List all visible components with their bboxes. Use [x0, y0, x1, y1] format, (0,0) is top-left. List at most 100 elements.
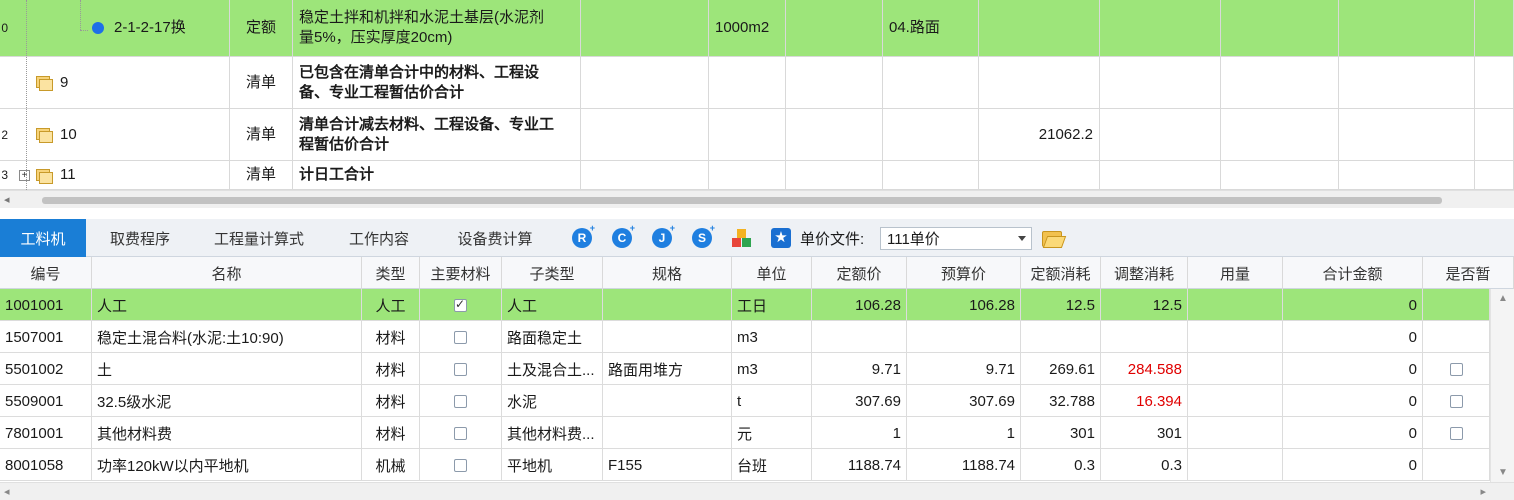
tree-empty-cell[interactable] — [1100, 161, 1221, 189]
tree-category-cell[interactable]: 04.路面 — [883, 0, 979, 56]
table-row[interactable]: 1001001人工人工人工工日106.28106.2812.512.50 — [0, 289, 1490, 321]
tree-category-cell[interactable] — [883, 57, 979, 108]
tree-category-cell[interactable] — [883, 109, 979, 160]
cell-spec[interactable] — [603, 385, 732, 417]
cell-total[interactable]: 0 — [1283, 289, 1423, 321]
cell-subtype[interactable]: 人工 — [502, 289, 603, 321]
cell-usage[interactable] — [1188, 449, 1283, 481]
scroll-left-icon[interactable]: ◂ — [4, 193, 10, 206]
tree-code-cell[interactable]: 10 — [8, 109, 230, 160]
cell-budget-price[interactable]: 9.71 — [907, 353, 1021, 385]
cell-budget-price[interactable]: 1 — [907, 417, 1021, 449]
main-material-cell[interactable] — [420, 321, 502, 353]
tree-amount-cell[interactable] — [979, 0, 1100, 56]
cell-adj-use[interactable]: 12.5 — [1101, 289, 1188, 321]
main-material-checkbox[interactable] — [454, 426, 467, 440]
tree-empty-cell[interactable] — [581, 57, 709, 108]
tree-empty-cell[interactable] — [1221, 0, 1339, 56]
cell-quota-use[interactable] — [1021, 321, 1101, 353]
cell-code[interactable]: 8001058 — [0, 449, 92, 481]
tree-empty-cell[interactable] — [581, 109, 709, 160]
tree-empty-cell[interactable] — [1100, 57, 1221, 108]
cell-subtype[interactable]: 路面稳定土 — [502, 321, 603, 353]
tree-row[interactable]: 2 10 清单 清单合计减去材料、工程设备、专业工 程暂估价合计 21062.2 — [0, 109, 1514, 161]
cell-subtype[interactable]: 平地机 — [502, 449, 603, 481]
cell-usage[interactable] — [1188, 289, 1283, 321]
main-material-checkbox[interactable] — [454, 362, 467, 376]
cell-quota-use[interactable]: 269.61 — [1021, 353, 1101, 385]
cell-subtype[interactable]: 土及混合土... — [502, 353, 603, 385]
cell-adj-use[interactable]: 301 — [1101, 417, 1188, 449]
main-material-cell[interactable] — [420, 417, 502, 449]
cell-spec[interactable] — [603, 417, 732, 449]
provisional-cell[interactable] — [1423, 289, 1490, 321]
tree-empty-cell[interactable] — [786, 57, 883, 108]
cell-type[interactable]: 材料 — [362, 417, 420, 449]
tree-code-cell[interactable]: 9 — [8, 57, 230, 108]
tab-quantity-formula[interactable]: 工程量计算式 — [196, 219, 322, 257]
column-header[interactable]: 规格 — [603, 257, 732, 289]
column-header[interactable]: 是否暂 — [1423, 257, 1514, 289]
cell-name[interactable]: 人工 — [92, 289, 362, 321]
table-row[interactable]: 8001058 功率120kW以内平地机 机械 平地机 F155 台班 1188.74 118… — [0, 449, 1490, 481]
tree-unit-cell[interactable] — [709, 161, 786, 189]
cell-unit[interactable]: 工日 — [732, 289, 812, 321]
j-icon[interactable]: J + — [652, 223, 675, 248]
tree-type-cell[interactable]: 定额 — [230, 0, 293, 56]
s-icon[interactable]: S + — [692, 223, 715, 248]
tree-empty-cell[interactable] — [1475, 0, 1514, 56]
provisional-checkbox[interactable] — [1449, 394, 1463, 408]
cell-spec[interactable]: 路面用堆方 — [603, 353, 732, 385]
tree-code-cell[interactable]: 2-1-2-17换 — [8, 0, 230, 56]
tree-category-cell[interactable] — [883, 161, 979, 189]
cell-usage[interactable] — [1188, 353, 1283, 385]
tree-amount-cell[interactable] — [979, 161, 1100, 189]
table-row[interactable]: 5509001 32.5级水泥 材料 水泥 t 307.69 307.69 32.788 16.… — [0, 385, 1490, 417]
cell-quota-price[interactable] — [812, 321, 907, 353]
tree-empty-cell[interactable] — [1100, 109, 1221, 160]
bottom-horizontal-scrollbar[interactable]: ◂ ▸ — [0, 482, 1514, 500]
cell-spec[interactable] — [603, 289, 732, 321]
scroll-left-icon[interactable]: ◂ — [4, 485, 10, 498]
cell-spec[interactable]: F155 — [603, 449, 732, 481]
main-material-cell[interactable] — [420, 449, 502, 481]
table-row[interactable]: 7801001 其他材料费 材料 其他材料费... 元 1 1 301 301 0 — [0, 417, 1490, 449]
provisional-cell[interactable] — [1423, 321, 1490, 353]
tree-empty-cell[interactable] — [1339, 161, 1475, 189]
cell-usage[interactable] — [1188, 417, 1283, 449]
main-material-checkbox[interactable] — [454, 394, 467, 408]
price-file-select[interactable]: 111单价 — [880, 227, 1032, 250]
tab-equipment-fee[interactable]: 设备费计算 — [440, 219, 550, 257]
column-header[interactable]: 名称 — [92, 257, 362, 289]
tree-type-cell[interactable]: 清单 — [230, 109, 293, 160]
cell-name[interactable]: 功率120kW以内平地机 — [92, 449, 362, 481]
cell-code[interactable]: 1507001 — [0, 321, 92, 353]
main-material-cell[interactable] — [420, 385, 502, 417]
tree-row[interactable]: 9 清单 已包含在清单合计中的材料、工程设 备、专业工程暂估价合计 — [0, 57, 1514, 109]
cell-budget-price[interactable]: 106.28 — [907, 289, 1021, 321]
cell-subtype[interactable]: 其他材料费... — [502, 417, 603, 449]
tree-type-cell[interactable]: 清单 — [230, 161, 293, 189]
tree-empty-cell[interactable] — [1475, 161, 1514, 189]
r-icon[interactable]: R + — [572, 223, 595, 248]
tree-row[interactable]: 0 2-1-2-17换 定额 稳定土拌和机拌和水泥土基层(水泥剂 量5%，压实厚度20c… — [0, 0, 1514, 57]
tab-work-content[interactable]: 工作内容 — [334, 219, 424, 257]
cell-code[interactable]: 7801001 — [0, 417, 92, 449]
tree-unit-cell[interactable]: 1000m2 — [709, 0, 786, 56]
tree-row[interactable]: 3 11 + 清单 计日工合计 — [0, 161, 1514, 190]
cell-name[interactable]: 土 — [92, 353, 362, 385]
cell-quota-price[interactable]: 307.69 — [812, 385, 907, 417]
table-row[interactable]: 5501002 土材料 土及混合土... 路面用堆方 m3 9.71 9.71 269.61 2… — [0, 353, 1490, 385]
column-header[interactable]: 子类型 — [502, 257, 603, 289]
scroll-right-icon[interactable]: ▸ — [1480, 485, 1486, 498]
tree-empty-cell[interactable] — [786, 0, 883, 56]
c-icon[interactable]: C + — [612, 223, 635, 248]
column-header[interactable]: 主要材料 — [420, 257, 502, 289]
cell-code[interactable]: 5509001 — [0, 385, 92, 417]
cell-quota-price[interactable]: 1 — [812, 417, 907, 449]
column-header[interactable]: 类型 — [362, 257, 420, 289]
main-material-cell[interactable] — [420, 353, 502, 385]
open-folder-icon[interactable] — [1042, 231, 1062, 247]
cell-quota-use[interactable]: 0.3 — [1021, 449, 1101, 481]
tree-empty-cell[interactable] — [1339, 109, 1475, 160]
